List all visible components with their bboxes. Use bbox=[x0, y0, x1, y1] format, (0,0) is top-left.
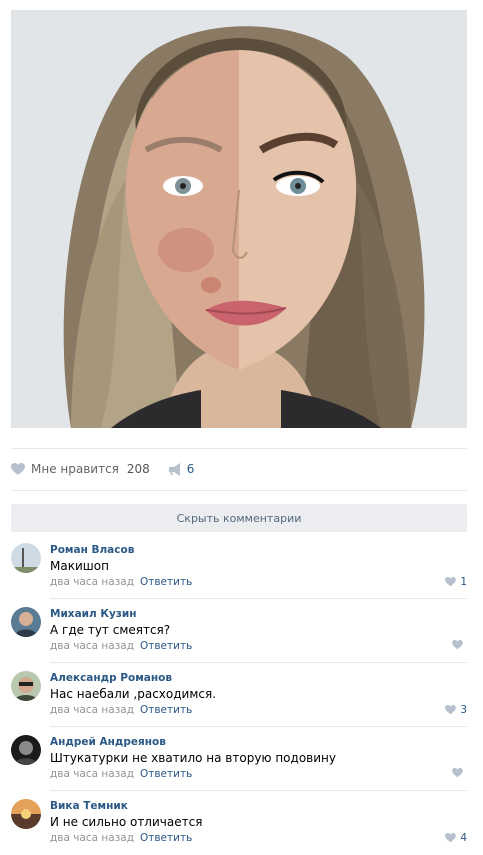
heart-icon bbox=[445, 705, 457, 715]
comment-like[interactable]: 1 bbox=[445, 576, 467, 588]
post-actions: Мне нравится 208 6 bbox=[11, 460, 194, 478]
like-button-label[interactable]: Мне нравится bbox=[31, 462, 119, 476]
hide-comments-button[interactable]: Скрыть комментарии bbox=[11, 504, 467, 532]
shares-count[interactable]: 6 bbox=[187, 462, 195, 476]
heart-icon bbox=[445, 833, 457, 843]
comment-text: Штукатурки не хватило на вторую подовину bbox=[50, 751, 336, 765]
comment-like[interactable]: 3 bbox=[445, 704, 467, 716]
comment-time[interactable]: два часа назад bbox=[50, 576, 134, 588]
comment-time[interactable]: два часа назад bbox=[50, 640, 134, 652]
comment-meta: два часа назад Ответить bbox=[50, 576, 192, 588]
comment-meta: два часа назад Ответить bbox=[50, 768, 192, 780]
comment-like-count: 1 bbox=[460, 576, 467, 588]
comment-item: Вика Темник И не сильно отличается два ч… bbox=[11, 791, 467, 855]
reply-link[interactable]: Ответить bbox=[140, 768, 192, 780]
comment-like[interactable]: 4 bbox=[445, 832, 467, 844]
reply-link[interactable]: Ответить bbox=[140, 704, 192, 716]
comment-author[interactable]: Михаил Кузин bbox=[50, 608, 137, 620]
comment-text: Макишоп bbox=[50, 559, 109, 573]
heart-icon bbox=[445, 577, 457, 587]
reply-link[interactable]: Ответить bbox=[140, 832, 192, 844]
heart-icon bbox=[452, 768, 463, 778]
comment-text: А где тут смеятся? bbox=[50, 623, 171, 637]
avatar[interactable] bbox=[11, 543, 41, 573]
comment-text: И не сильно отличается bbox=[50, 815, 203, 829]
comment-item: Андрей Андреянов Штукатурки не хватило н… bbox=[11, 727, 467, 791]
avatar[interactable] bbox=[11, 799, 41, 829]
comment-like[interactable] bbox=[452, 768, 467, 778]
face-photo-illustration bbox=[11, 10, 467, 428]
comment-like-count: 3 bbox=[460, 704, 467, 716]
comment-item: Михаил Кузин А где тут смеятся? два часа… bbox=[11, 599, 467, 663]
comment-meta: два часа назад Ответить bbox=[50, 832, 192, 844]
heart-icon[interactable] bbox=[11, 462, 25, 476]
comment-time[interactable]: два часа назад bbox=[50, 704, 134, 716]
avatar[interactable] bbox=[11, 671, 41, 701]
reply-link[interactable]: Ответить bbox=[140, 576, 192, 588]
comment-like-count: 4 bbox=[460, 832, 467, 844]
comment-author[interactable]: Роман Власов bbox=[50, 544, 134, 556]
comment-author[interactable]: Вика Темник bbox=[50, 800, 128, 812]
comment-author[interactable]: Андрей Андреянов bbox=[50, 736, 166, 748]
comment-item: Александр Романов Нас наебали ,расходимс… bbox=[11, 663, 467, 727]
divider bbox=[11, 490, 467, 491]
comment-like[interactable] bbox=[452, 640, 467, 650]
reply-link[interactable]: Ответить bbox=[140, 640, 192, 652]
avatar[interactable] bbox=[11, 607, 41, 637]
comment-meta: два часа назад Ответить bbox=[50, 640, 192, 652]
comment-item: Роман Власов Макишоп два часа назад Ответ… bbox=[11, 535, 467, 599]
comment-time[interactable]: два часа назад bbox=[50, 768, 134, 780]
megaphone-share-icon[interactable] bbox=[168, 462, 182, 476]
heart-icon bbox=[452, 640, 463, 650]
post-photo[interactable] bbox=[11, 10, 467, 428]
comment-author[interactable]: Александр Романов bbox=[50, 672, 172, 684]
comment-time[interactable]: два часа назад bbox=[50, 832, 134, 844]
avatar[interactable] bbox=[11, 735, 41, 765]
comment-text: Нас наебали ,расходимся. bbox=[50, 687, 217, 701]
divider bbox=[11, 448, 467, 449]
likes-count[interactable]: 208 bbox=[127, 462, 150, 476]
comment-meta: два часа назад Ответить bbox=[50, 704, 192, 716]
